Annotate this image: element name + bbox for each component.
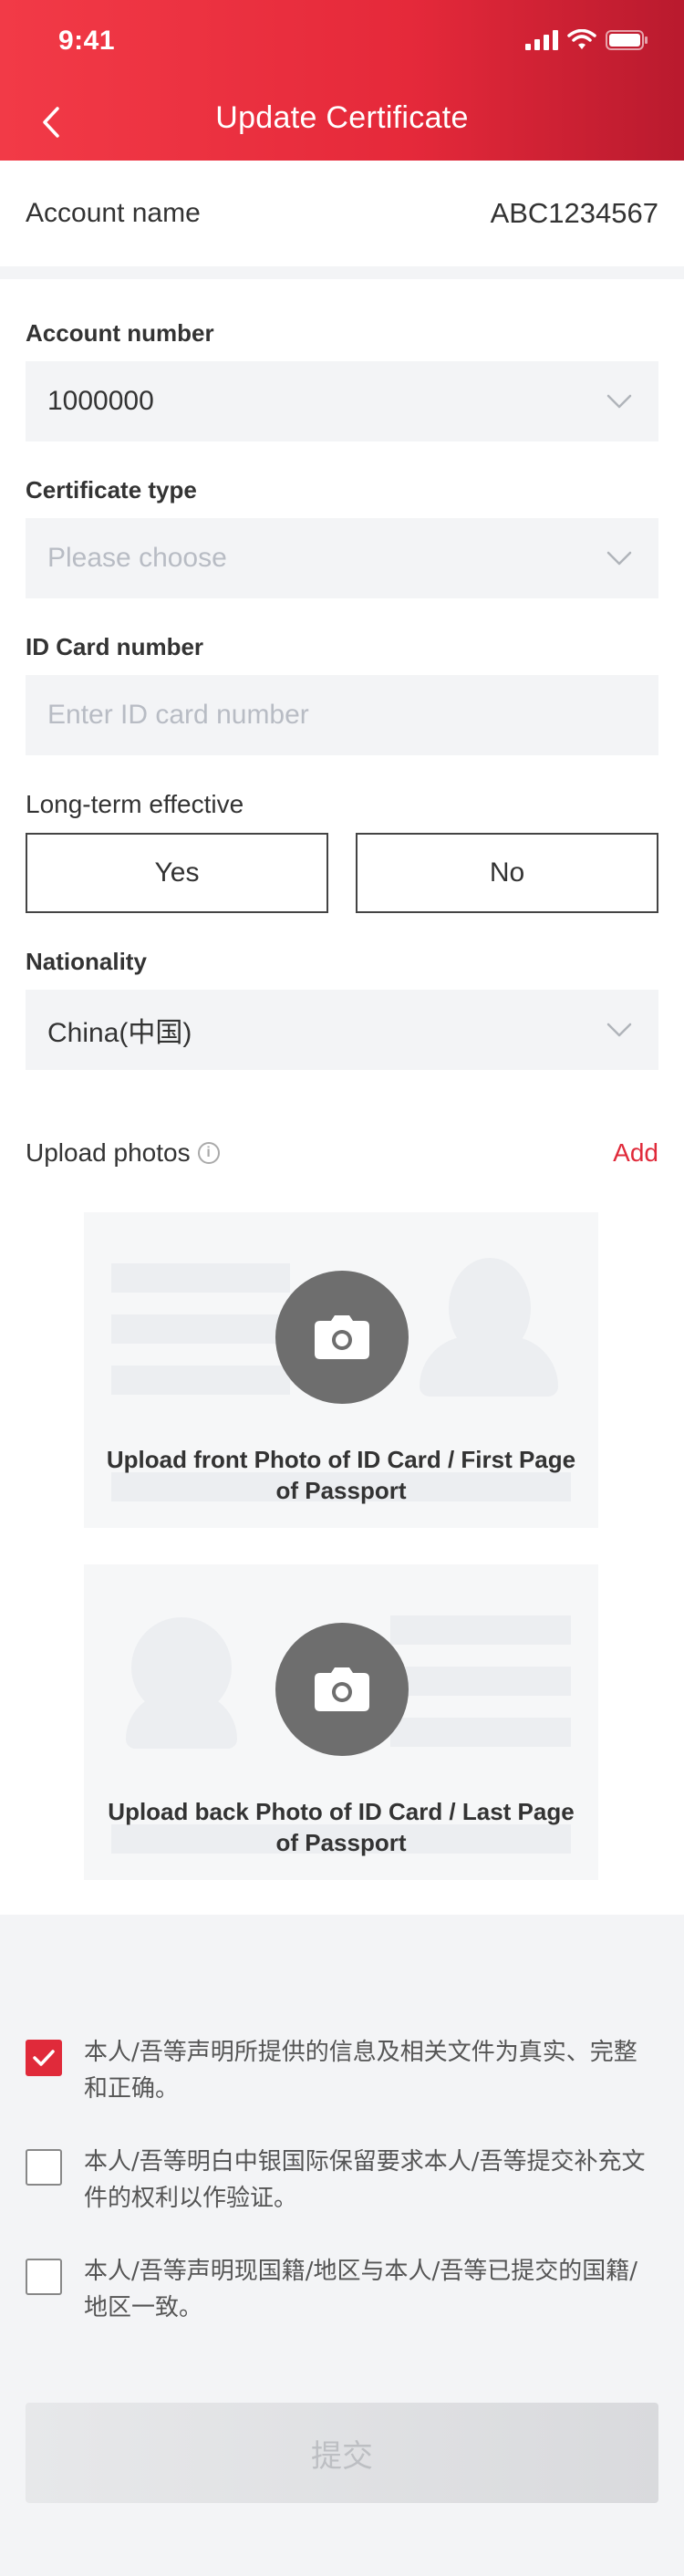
declaration-item-3: 本人/吾等声明现国籍/地区与本人/吾等已提交的国籍/地区一致。	[26, 2253, 658, 2326]
declaration-item-1: 本人/吾等声明所提供的信息及相关文件为真实、完整和正确。	[26, 2034, 658, 2107]
account-number-label: Account number	[26, 319, 214, 347]
declaration-checkbox-1[interactable]	[26, 2040, 62, 2076]
id-card-input[interactable]: Enter ID card number	[26, 675, 658, 755]
chevron-down-icon	[606, 1023, 632, 1037]
account-name-row: Account name ABC1234567	[0, 161, 684, 266]
declaration-text-3: 本人/吾等声明现国籍/地区与本人/吾等已提交的国籍/地区一致。	[84, 2258, 638, 2322]
status-time: 9:41	[58, 26, 116, 56]
avatar-placeholder-body	[126, 1692, 237, 1749]
upload-back-caption: Upload back Photo of ID Card / Last Page…	[108, 1798, 575, 1856]
wifi-icon	[567, 29, 596, 49]
certificate-type-select[interactable]: Please choose	[26, 518, 658, 598]
id-card-label: ID Card number	[26, 633, 204, 660]
camera-button[interactable]	[275, 1623, 409, 1756]
signal-icon	[525, 30, 558, 50]
nationality-label: Nationality	[26, 948, 147, 975]
app-header: 9:41 Update Certificate	[0, 0, 684, 161]
info-icon[interactable]: i	[197, 1142, 220, 1164]
upload-back-card[interactable]: Upload back Photo of ID Card / Last Page…	[84, 1564, 598, 1880]
id-card-placeholder: Enter ID card number	[47, 700, 309, 730]
camera-icon	[315, 1315, 369, 1359]
certificate-type-label: Certificate type	[26, 476, 197, 504]
chevron-down-icon	[606, 551, 632, 566]
long-term-yes-button[interactable]: Yes	[26, 833, 328, 913]
status-icons	[525, 29, 649, 51]
declaration-item-2: 本人/吾等明白中银国际保留要求本人/吾等提交补充文件的权利以作验证。	[26, 2144, 658, 2217]
camera-button[interactable]	[275, 1271, 409, 1404]
nav-bar: Update Certificate	[0, 80, 684, 161]
nationality-select[interactable]: China(中国)	[26, 990, 658, 1070]
upload-photos-text: Upload photos	[26, 1138, 191, 1167]
declaration-checkbox-2[interactable]	[26, 2149, 62, 2186]
declaration-text-1: 本人/吾等声明所提供的信息及相关文件为真实、完整和正确。	[84, 2039, 637, 2103]
checkmark-icon	[33, 2050, 55, 2066]
placeholder-line	[111, 1314, 290, 1344]
upload-front-caption: Upload front Photo of ID Card / First Pa…	[106, 1446, 576, 1504]
placeholder-line	[390, 1615, 571, 1645]
placeholder-line	[111, 1366, 290, 1395]
declaration-text-2: 本人/吾等明白中银国际保留要求本人/吾等提交补充文件的权利以作验证。	[84, 2148, 646, 2212]
add-photo-link[interactable]: Add	[613, 1138, 658, 1168]
status-bar: 9:41	[0, 0, 684, 80]
certificate-type-placeholder: Please choose	[47, 543, 227, 573]
upload-front-card[interactable]: Upload front Photo of ID Card / First Pa…	[84, 1212, 598, 1528]
account-number-select[interactable]: 1000000	[26, 361, 658, 441]
declaration-checkbox-3[interactable]	[26, 2259, 62, 2295]
account-number-value: 1000000	[47, 386, 154, 416]
upload-photos-label: Upload photos i	[26, 1138, 220, 1168]
page-title: Update Certificate	[215, 100, 469, 135]
chevron-down-icon	[606, 394, 632, 409]
account-name-value: ABC1234567	[490, 197, 658, 229]
placeholder-line	[390, 1667, 571, 1696]
battery-icon	[606, 30, 648, 50]
camera-icon	[315, 1667, 369, 1711]
placeholder-line	[390, 1718, 571, 1747]
avatar-placeholder-body	[420, 1336, 558, 1397]
long-term-no-button[interactable]: No	[356, 833, 658, 913]
placeholder-line	[111, 1263, 290, 1293]
submit-button[interactable]: 提交	[26, 2403, 658, 2503]
nationality-value: China(中国)	[47, 1018, 192, 1048]
form-panel: Account number 1000000 Certificate type …	[0, 279, 684, 1915]
account-name-label: Account name	[26, 198, 201, 228]
upload-header: Upload photos i Add	[26, 1138, 658, 1168]
long-term-label: Long-term effective	[26, 790, 244, 818]
